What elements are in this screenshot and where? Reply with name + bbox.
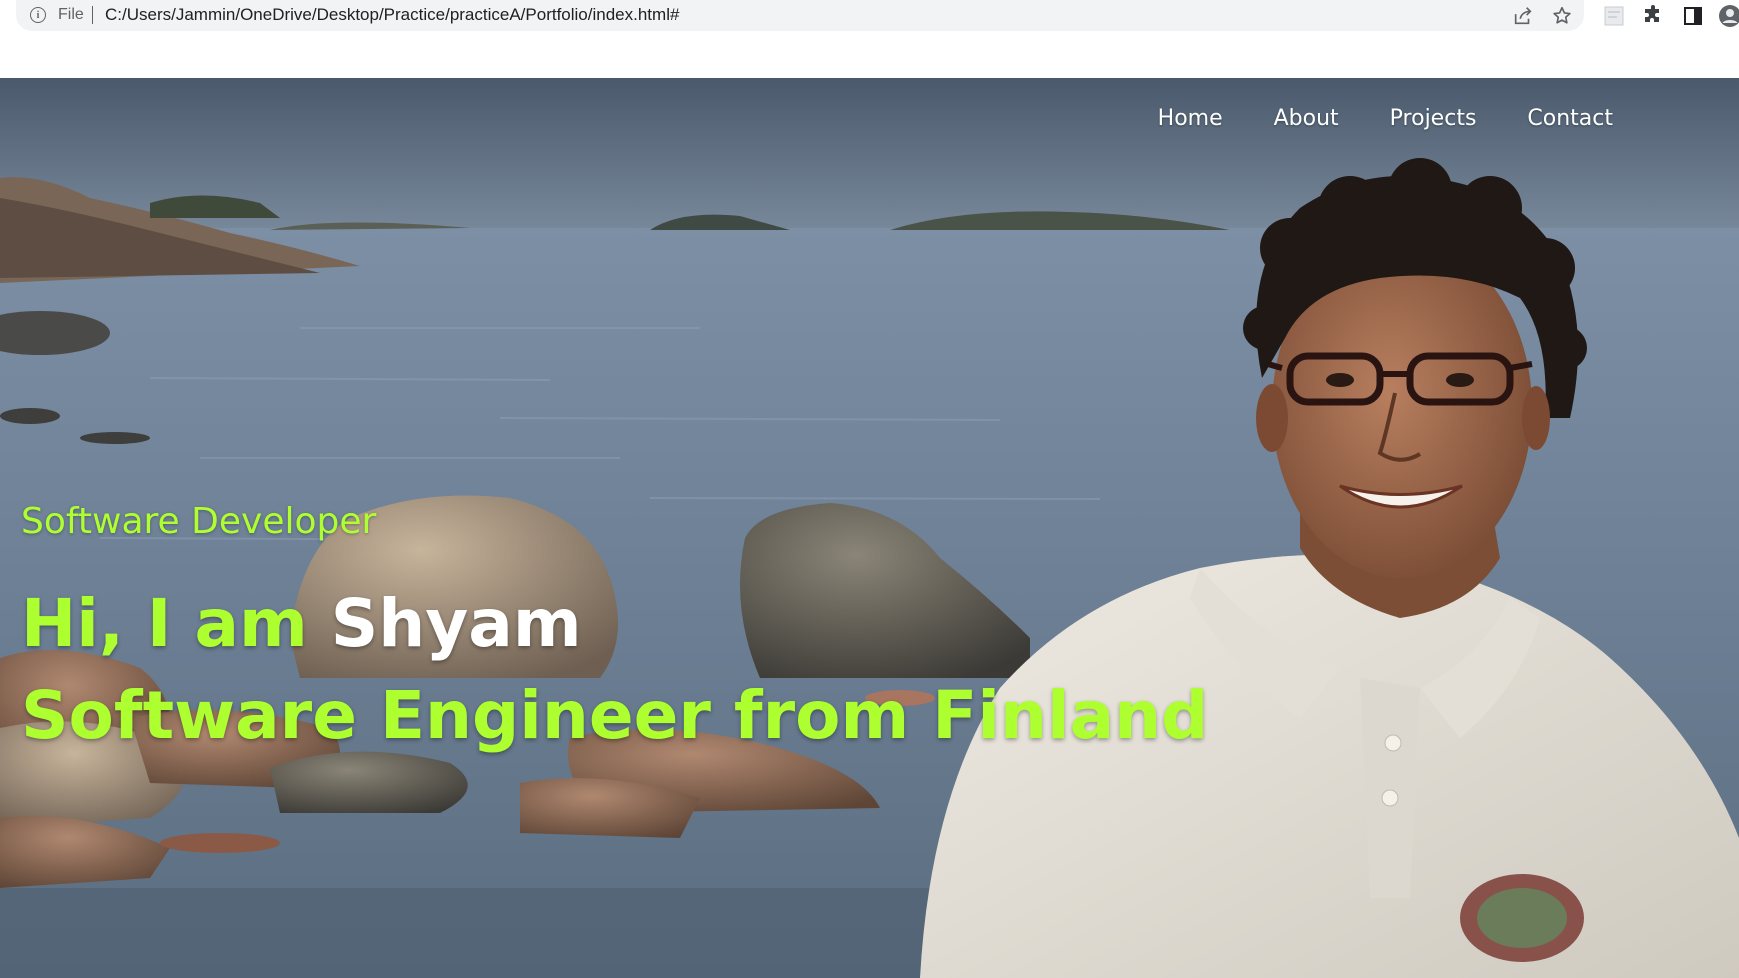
hero-headline: Hi, I am Shyam Software Engineer from Fi… bbox=[21, 578, 1208, 762]
nav-contact[interactable]: Contact bbox=[1527, 106, 1613, 131]
puzzle-icon[interactable] bbox=[1641, 4, 1665, 28]
browser-toolbar: i File C:/Users/Jammin/OneDrive/Desktop/… bbox=[0, 0, 1739, 78]
extension-thumbnail-icon[interactable] bbox=[1602, 4, 1626, 28]
person-name: Shyam bbox=[330, 585, 582, 662]
scheme-separator bbox=[92, 6, 93, 24]
main-nav: Home About Projects Contact bbox=[1107, 106, 1613, 131]
nav-projects[interactable]: Projects bbox=[1390, 106, 1477, 131]
url-text[interactable]: C:/Users/Jammin/OneDrive/Desktop/Practic… bbox=[105, 5, 679, 25]
role-subtitle: Software Developer bbox=[21, 501, 377, 542]
scheme-label: File bbox=[58, 6, 84, 23]
address-bar[interactable]: i File C:/Users/Jammin/OneDrive/Desktop/… bbox=[16, 0, 1584, 31]
info-icon[interactable]: i bbox=[30, 7, 46, 23]
bookmark-star-icon[interactable] bbox=[1551, 5, 1573, 27]
profile-icon[interactable] bbox=[1718, 4, 1739, 28]
share-icon[interactable] bbox=[1512, 5, 1534, 27]
tagline-text: Software Engineer from Finland bbox=[21, 677, 1209, 754]
nav-about[interactable]: About bbox=[1274, 106, 1339, 131]
greeting-text: Hi, I am bbox=[21, 585, 331, 662]
nav-home[interactable]: Home bbox=[1158, 106, 1223, 131]
side-panel-icon[interactable] bbox=[1681, 4, 1705, 28]
hero-section: Home About Projects Contact Software Dev… bbox=[0, 78, 1739, 978]
